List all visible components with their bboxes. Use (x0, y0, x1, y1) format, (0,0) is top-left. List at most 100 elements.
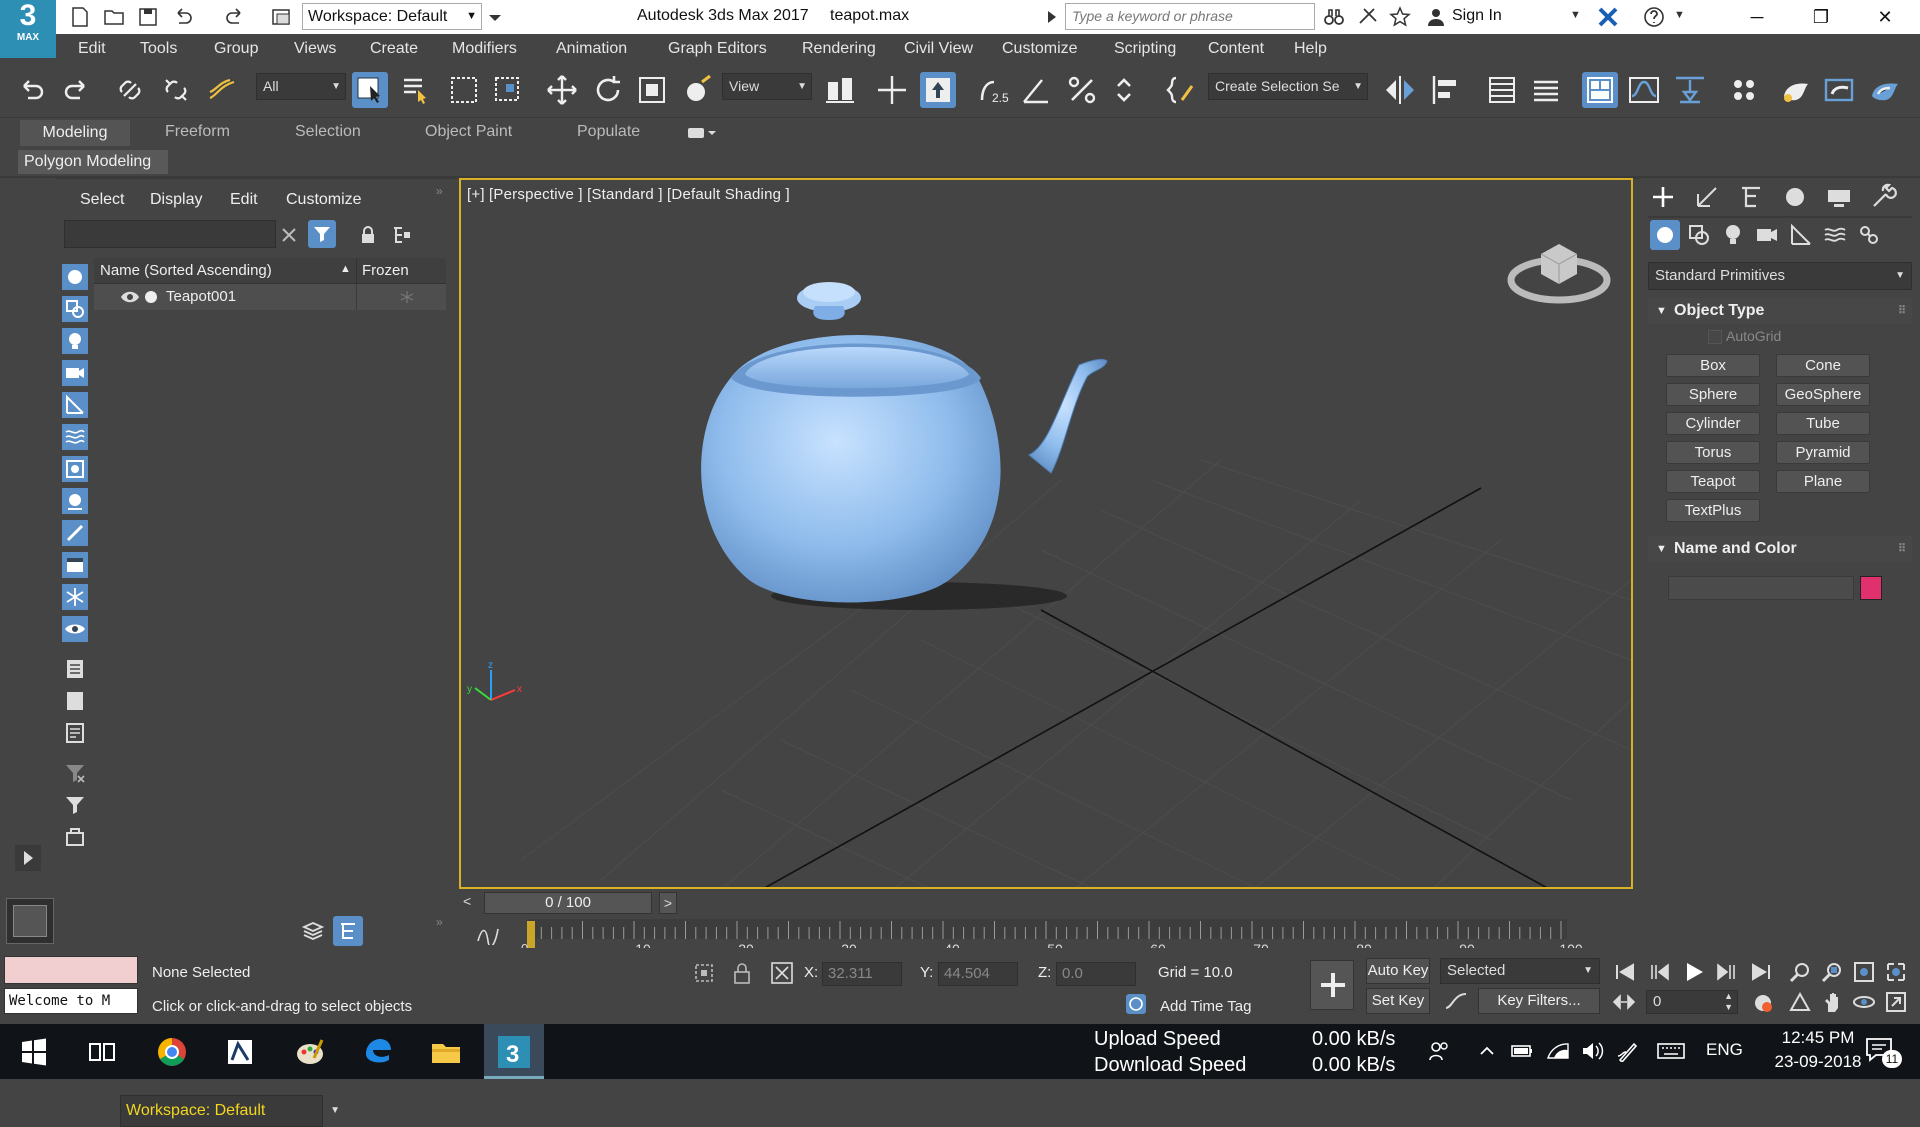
layer-explorer-icon[interactable] (302, 920, 324, 942)
expand-arrow-icon[interactable] (1044, 5, 1060, 29)
geometry-category-button[interactable] (1650, 220, 1680, 250)
visibility-eye-icon[interactable] (120, 290, 140, 304)
bind-space-warp-icon[interactable] (204, 72, 240, 108)
minimize-icon[interactable]: ─ (1732, 3, 1782, 31)
menu-rendering[interactable]: Rendering (802, 40, 876, 58)
panel-grip-icon[interactable]: » (436, 184, 443, 198)
hierarchy-tab-icon[interactable] (1736, 182, 1766, 212)
menu-modifiers[interactable]: Modifiers (452, 40, 517, 58)
chevron-down-icon[interactable]: ▼ (1570, 9, 1581, 21)
time-configuration-icon[interactable] (1752, 992, 1774, 1014)
toggle-scene-explorer-icon[interactable] (1484, 72, 1520, 108)
container-bag-icon[interactable] (62, 824, 88, 850)
filter-lights-icon[interactable] (62, 328, 88, 354)
viewcube-icon[interactable] (1505, 224, 1613, 308)
filter-groups-icon[interactable] (62, 456, 88, 482)
column-name-header[interactable]: Name (Sorted Ascending) (100, 262, 272, 279)
maxscript-output[interactable]: Welcome to M (4, 988, 138, 1014)
cone-button[interactable]: Cone (1776, 354, 1870, 377)
chrome-icon[interactable] (154, 1034, 190, 1070)
select-by-name-icon[interactable] (398, 72, 434, 108)
touch-keyboard-icon[interactable] (1656, 1040, 1686, 1062)
object-name-field[interactable] (1668, 576, 1854, 600)
reference-coordinate-dropdown[interactable]: View ▼ (722, 73, 812, 100)
select-and-scale-icon[interactable] (634, 72, 670, 108)
mirror-icon[interactable] (1382, 72, 1418, 108)
task-view-icon[interactable] (84, 1034, 120, 1070)
people-icon[interactable] (1428, 1040, 1450, 1062)
shapes-category-icon[interactable] (1686, 222, 1712, 248)
menu-graph-editors[interactable]: Graph Editors (668, 40, 767, 58)
current-frame-spinner[interactable]: 0 ▲ ▼ (1646, 990, 1738, 1014)
filter-funnel-x-icon[interactable] (62, 760, 88, 786)
filter-funnel-icon[interactable] (62, 792, 88, 818)
scene-explorer-toggle[interactable] (333, 916, 363, 946)
align-icon[interactable] (1428, 72, 1464, 108)
expand-panel-icon[interactable] (14, 844, 42, 872)
selection-lock-icon[interactable] (732, 961, 752, 985)
select-and-link-icon[interactable] (112, 72, 148, 108)
search-input[interactable]: Type a keyword or phrase (1065, 3, 1315, 30)
named-selection-dropdown[interactable]: Create Selection Se ▼ (1208, 73, 1368, 100)
cylinder-button[interactable]: Cylinder (1666, 412, 1760, 435)
panel-grip-icon[interactable]: » (436, 915, 443, 929)
auto-key-button[interactable]: Auto Key (1366, 958, 1430, 984)
pyramid-button[interactable]: Pyramid (1776, 441, 1870, 464)
save-icon[interactable] (136, 5, 160, 29)
set-keys-button[interactable] (1310, 960, 1354, 1010)
help-icon[interactable] (1642, 5, 1666, 29)
lock-icon[interactable] (360, 226, 376, 244)
frozen-snowflake-icon[interactable] (400, 290, 414, 304)
undo-icon[interactable] (14, 72, 50, 108)
angle-snap-icon[interactable] (1018, 72, 1054, 108)
toggle-ribbon-icon[interactable] (1582, 72, 1618, 108)
helpers-category-icon[interactable] (1788, 222, 1814, 248)
zoom-icon[interactable] (1788, 960, 1812, 984)
menu-group[interactable]: Group (214, 40, 258, 58)
clear-search-icon[interactable] (280, 226, 298, 244)
box-button[interactable]: Box (1666, 354, 1760, 377)
next-key-icon[interactable] (1716, 962, 1738, 982)
isolate-selection-icon[interactable] (692, 961, 716, 985)
paint-app-icon[interactable] (292, 1034, 328, 1070)
toggle-layer-explorer-icon[interactable] (1528, 72, 1564, 108)
tube-button[interactable]: Tube (1776, 412, 1870, 435)
language-indicator[interactable]: ENG (1706, 1040, 1743, 1060)
undo-icon[interactable] (170, 5, 194, 29)
filter-hidden-icon[interactable] (62, 616, 88, 642)
filter-toggle[interactable] (308, 220, 336, 248)
utilities-tab-icon[interactable] (1868, 182, 1898, 212)
lights-category-icon[interactable] (1720, 222, 1746, 248)
selection-filter-dropdown[interactable]: All ▼ (256, 73, 346, 100)
zoom-all-icon[interactable] (1820, 960, 1844, 984)
new-file-icon[interactable] (68, 5, 92, 29)
zoom-extents-icon[interactable] (1852, 960, 1876, 984)
menu-animation[interactable]: Animation (556, 40, 627, 58)
binoculars-icon[interactable] (1322, 5, 1346, 29)
percent-snap-icon[interactable] (1064, 72, 1100, 108)
wifi-icon[interactable] (1546, 1040, 1570, 1062)
menu-content[interactable]: Content (1208, 40, 1264, 58)
x-coordinate-field[interactable]: 32.311 (822, 962, 902, 986)
geosphere-button[interactable]: GeoSphere (1776, 383, 1870, 406)
menu-scripting[interactable]: Scripting (1114, 40, 1176, 58)
torus-button[interactable]: Torus (1666, 441, 1760, 464)
rendered-frame-window-icon[interactable] (1822, 72, 1858, 108)
user-icon[interactable] (1424, 5, 1448, 29)
filter-xrefs-icon[interactable] (62, 488, 88, 514)
exchange-apps-icon[interactable] (1596, 5, 1620, 29)
curve-editor-icon[interactable] (1626, 72, 1662, 108)
menu-civil-view[interactable]: Civil View (904, 40, 973, 58)
go-to-end-icon[interactable] (1750, 962, 1772, 982)
plane-button[interactable]: Plane (1776, 470, 1870, 493)
orbit-icon[interactable] (1852, 990, 1876, 1014)
absolute-mode-icon[interactable] (770, 961, 794, 985)
restore-icon[interactable]: ❐ (1796, 3, 1846, 31)
redo-icon[interactable] (224, 5, 248, 29)
select-and-move-icon[interactable] (544, 72, 580, 108)
play-icon[interactable] (1682, 960, 1706, 984)
add-time-tag-label[interactable]: Add Time Tag (1160, 998, 1251, 1015)
autodesk-app-icon[interactable] (222, 1034, 258, 1070)
render-setup-icon[interactable] (1778, 72, 1814, 108)
key-filters-button[interactable]: Key Filters... (1478, 988, 1600, 1014)
